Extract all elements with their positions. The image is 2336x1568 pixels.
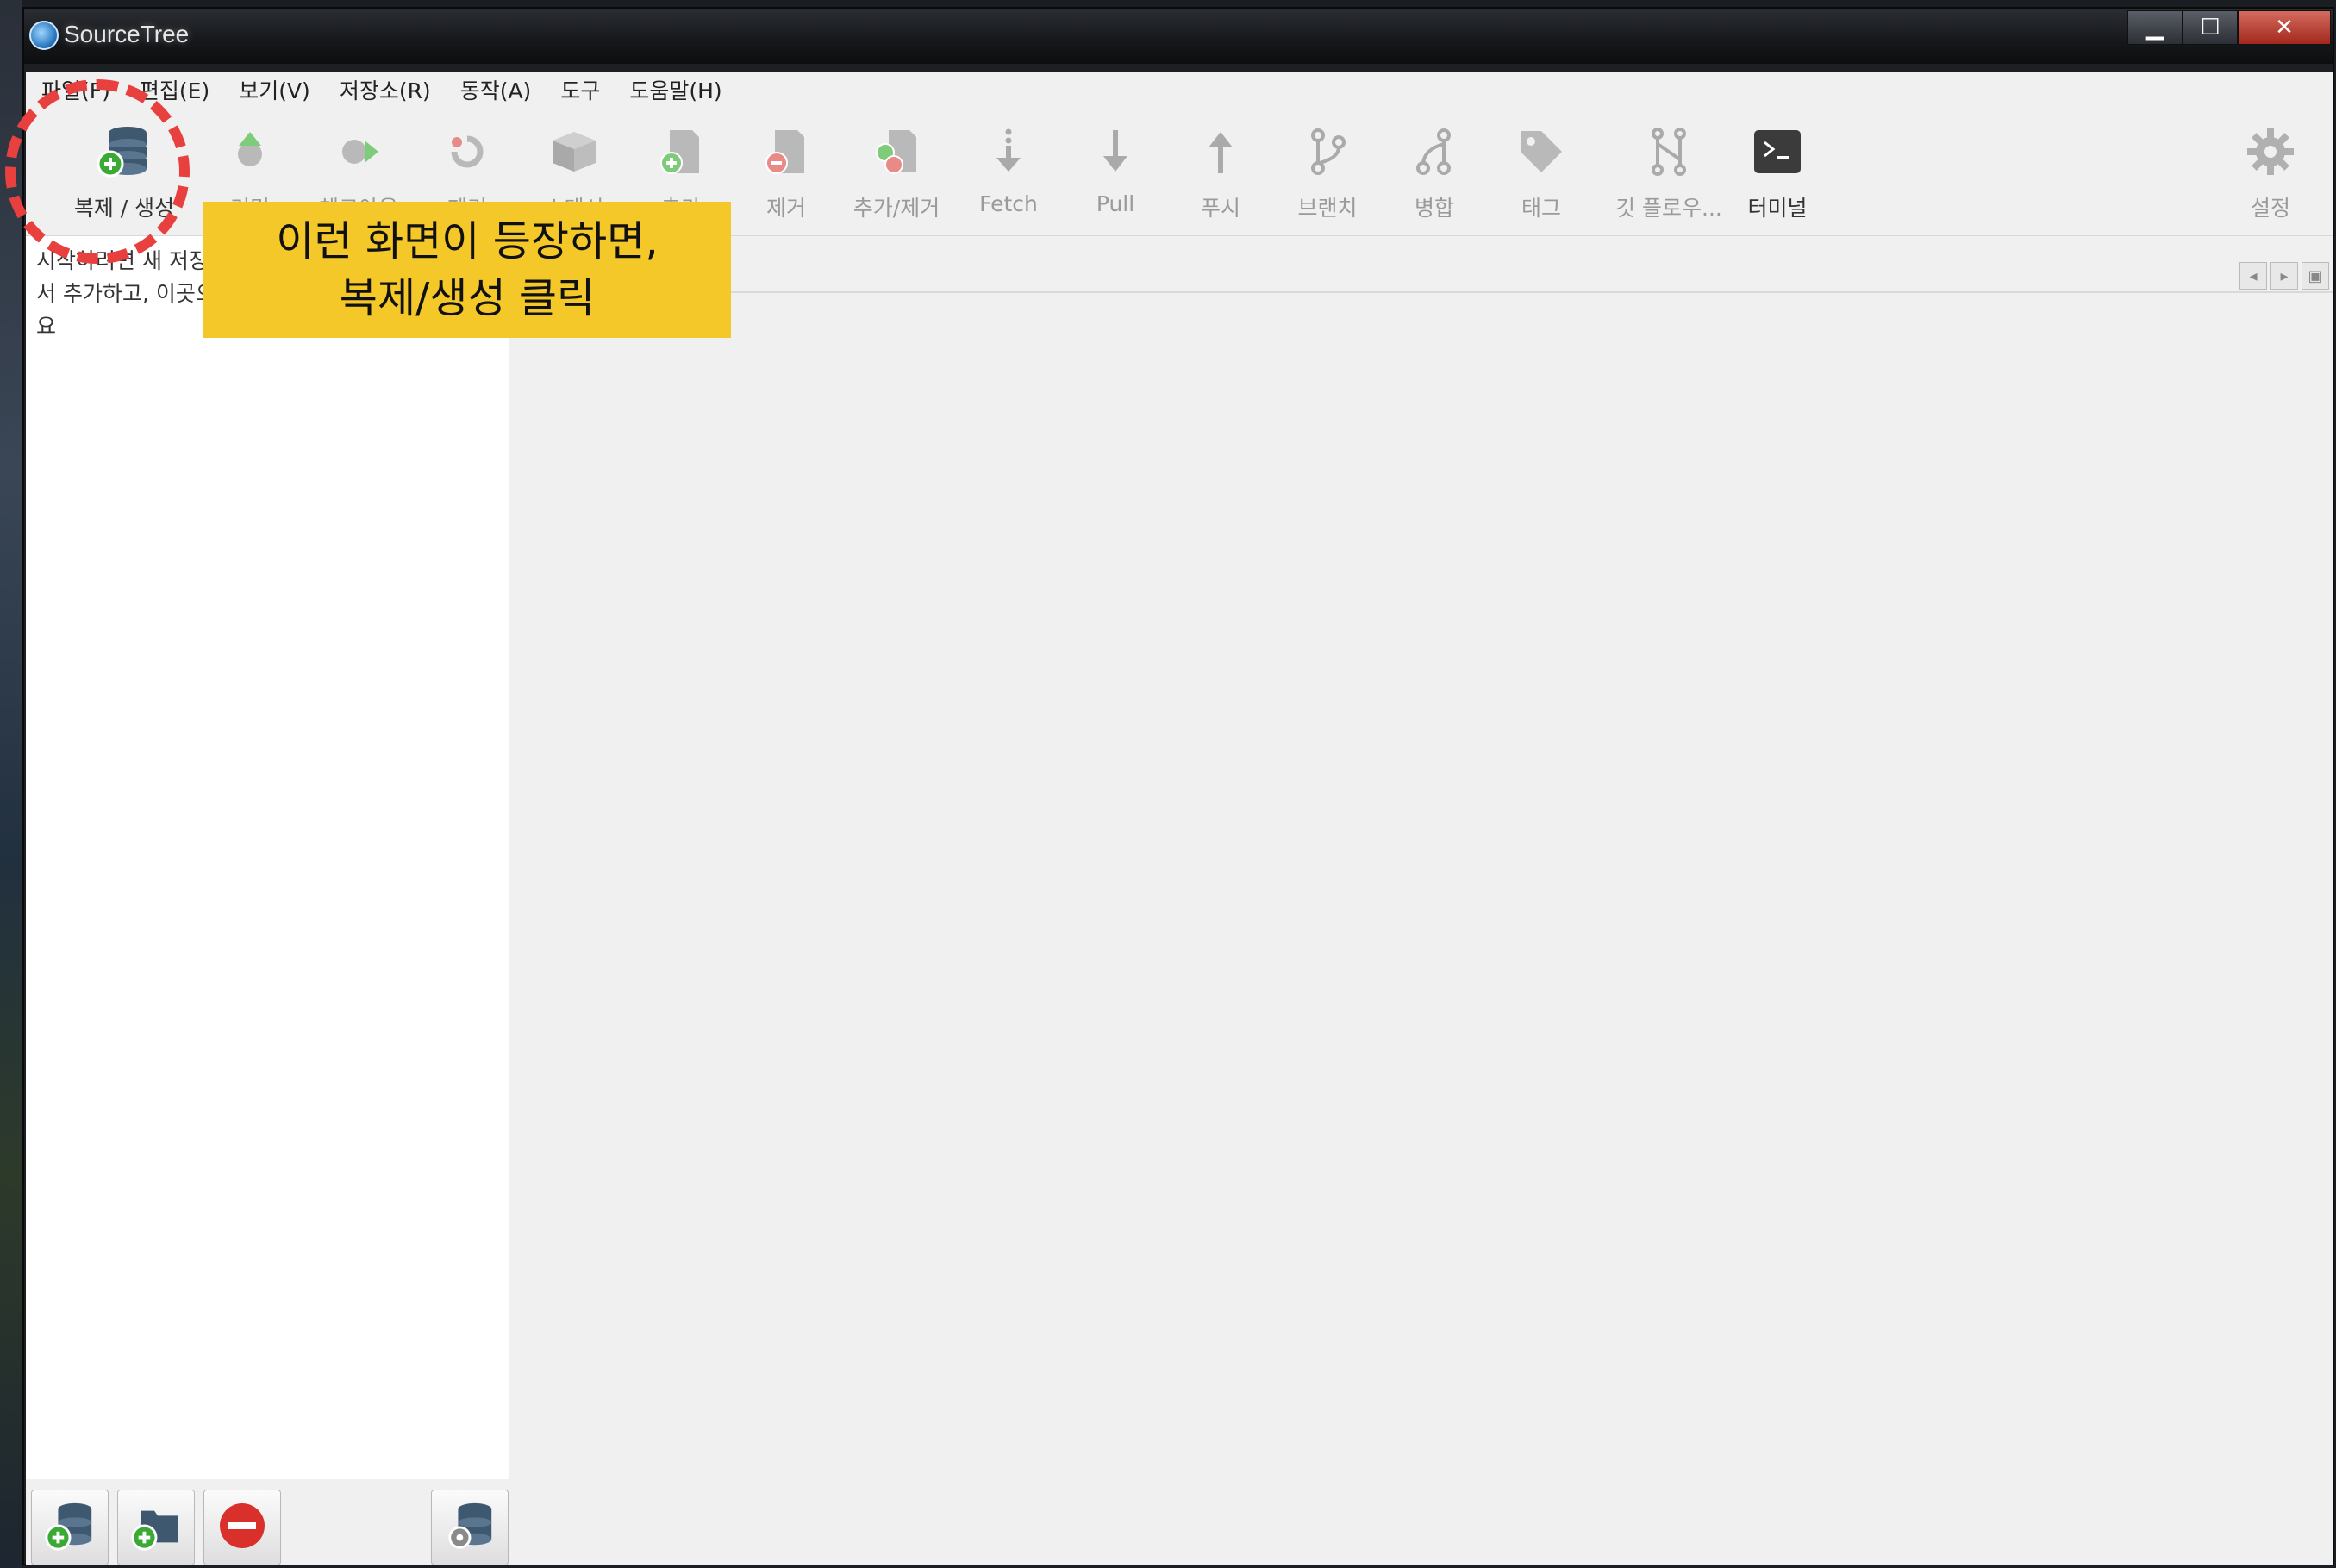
tab-divider	[509, 291, 2333, 293]
menu-actions[interactable]: 동작(A)	[460, 74, 532, 105]
new-folder-button[interactable]	[117, 1490, 195, 1565]
tab-list-icon[interactable]: ▣	[2302, 262, 2329, 290]
scroll-left-icon[interactable]: ◂	[2239, 262, 2267, 290]
database-add-icon	[43, 1499, 97, 1556]
git-flow-label: 깃 플로우...	[1615, 196, 1722, 221]
add-file-icon	[653, 124, 709, 179]
remove-button[interactable]: 제거	[734, 124, 838, 222]
pull-arrow-icon	[1088, 124, 1143, 179]
window-controls: ▁ ☐ ✕	[2127, 10, 2331, 45]
push-arrow-icon	[1193, 124, 1248, 179]
highlight-ring-annotation	[5, 79, 190, 264]
add-remove-label: 추가/제거	[853, 196, 940, 221]
terminal-label: 터미널	[1747, 196, 1808, 221]
settings-label: 설정	[2250, 196, 2290, 221]
desktop-background	[0, 0, 22, 1568]
fetch-arrow-icon	[981, 124, 1036, 179]
tag-icon	[1514, 124, 1569, 179]
push-label: 푸시	[1200, 196, 1240, 221]
maximize-button[interactable]: ☐	[2183, 10, 2238, 45]
add-remove-file-icon	[869, 124, 924, 179]
scroll-right-icon[interactable]: ▸	[2270, 262, 2298, 290]
close-button[interactable]: ✕	[2238, 10, 2331, 45]
tag-label: 태그	[1521, 196, 1561, 221]
database-gear-icon	[443, 1499, 497, 1556]
callout-line-2: 복제/생성 클릭	[339, 274, 596, 322]
terminal-button[interactable]: 터미널	[1726, 124, 1829, 222]
stash-box-icon	[547, 124, 602, 179]
commit-icon	[222, 124, 278, 179]
minimize-button[interactable]: ▁	[2127, 10, 2183, 45]
merge-button[interactable]: 병합	[1383, 124, 1486, 222]
merge-icon	[1407, 124, 1462, 179]
sourcetree-logo-icon	[29, 21, 59, 50]
pull-label: Pull	[1096, 191, 1135, 216]
tutorial-callout: 이런 화면이 등장하면, 복제/생성 클릭	[203, 202, 731, 338]
push-button[interactable]: 푸시	[1169, 124, 1272, 222]
branch-button[interactable]: 브랜치	[1276, 124, 1379, 222]
remove-circle-icon	[216, 1500, 268, 1555]
branch-label: 브랜치	[1297, 196, 1358, 221]
sidebar-footer-toolbar	[26, 1479, 509, 1565]
window-title: SourceTree	[64, 21, 190, 47]
new-repository-button[interactable]	[31, 1490, 109, 1565]
menu-help[interactable]: 도움말(H)	[629, 74, 721, 105]
terminal-icon	[1750, 124, 1805, 179]
pull-button[interactable]: Pull	[1064, 124, 1167, 216]
remove-bookmark-button[interactable]	[203, 1490, 281, 1565]
title-bar: SourceTree ▁ ☐ ✕	[24, 9, 2333, 64]
tag-button[interactable]: 태그	[1490, 124, 1593, 222]
remove-file-icon	[759, 124, 814, 179]
remove-label: 제거	[765, 196, 806, 221]
bookmarks-sidebar: 시작하려면 새 저장소를 복제/생성하거나 드래그해서 추가하고, 이곳으로 저…	[26, 236, 509, 1565]
checkout-icon	[331, 124, 386, 179]
settings-button[interactable]: 설정	[2219, 124, 2322, 222]
menu-repository[interactable]: 저장소(R)	[340, 74, 431, 105]
repository-settings-button[interactable]	[431, 1490, 509, 1565]
discard-icon	[440, 124, 495, 179]
fetch-button[interactable]: Fetch	[957, 124, 1060, 216]
git-flow-icon	[1641, 124, 1696, 179]
add-remove-button[interactable]: 추가/제거	[845, 124, 948, 222]
callout-line-1: 이런 화면이 등장하면,	[276, 217, 659, 265]
merge-label: 병합	[1414, 196, 1454, 221]
git-flow-button[interactable]: 깃 플로우...	[1608, 124, 1729, 222]
menu-view[interactable]: 보기(V)	[239, 74, 310, 105]
tab-scroll-controls: ◂ ▸ ▣	[2239, 262, 2329, 290]
fetch-label: Fetch	[979, 191, 1038, 216]
branch-icon	[1300, 124, 1355, 179]
main-content-area: ◂ ▸ ▣	[509, 236, 2333, 1565]
menu-bar: 파일(F) 편집(E) 보기(V) 저장소(R) 동작(A) 도구 도움말(H)	[26, 72, 2333, 107]
gear-icon	[2243, 124, 2298, 179]
menu-tools[interactable]: 도구	[560, 74, 600, 105]
folder-add-icon	[129, 1499, 183, 1556]
